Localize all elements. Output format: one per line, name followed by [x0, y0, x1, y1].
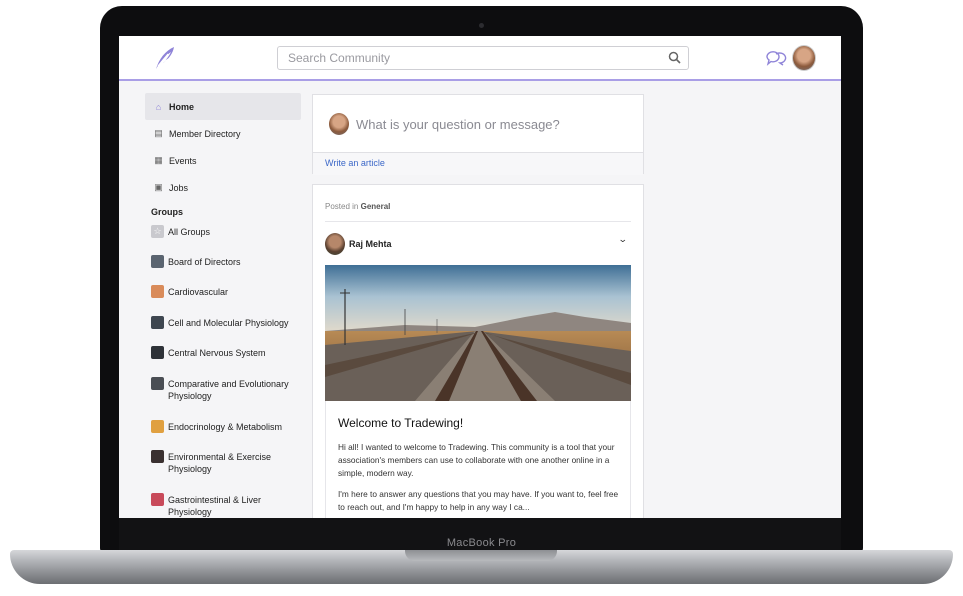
feather-logo-icon[interactable] — [151, 45, 177, 76]
post-image — [325, 265, 631, 401]
sidebar-item-home[interactable]: ⌂ Home — [145, 93, 301, 120]
composer-prompt[interactable]: What is your question or message? — [356, 117, 560, 132]
group-label: Cardiovascular — [168, 287, 229, 297]
search-icon[interactable] — [668, 51, 681, 69]
group-cell-molecular-physiology[interactable]: Cell and Molecular Physiology — [145, 316, 301, 346]
group-label: Environmental & Exercise Physiology — [168, 452, 272, 474]
search-bar — [277, 46, 689, 70]
post-composer: What is your question or message? Write … — [312, 94, 644, 175]
feed-post: Posted in General Raj Mehta ⌄ Welcome to… — [312, 184, 644, 518]
write-article-link[interactable]: Write an article — [325, 158, 385, 168]
composer-avatar — [329, 113, 349, 135]
post-paragraph: I'm here to answer any questions that yo… — [338, 489, 619, 512]
group-label: Gastrointestinal & Liver Physiology — [168, 495, 262, 517]
briefcase-icon: ▣ — [154, 182, 163, 192]
posted-in-line: Posted in General — [325, 202, 390, 211]
group-board-of-directors[interactable]: Board of Directors — [145, 255, 301, 285]
group-gastrointestinal-liver-physiology[interactable]: Gastrointestinal & Liver Physiology — [145, 493, 301, 517]
group-thumbnail-icon — [151, 316, 164, 329]
sidebar-item-label: Jobs — [169, 182, 189, 193]
group-cardiovascular[interactable]: Cardiovascular — [145, 285, 301, 316]
group-central-nervous-system[interactable]: Central Nervous System — [145, 346, 301, 377]
group-thumbnail-icon — [151, 450, 164, 463]
group-thumbnail-icon — [151, 493, 164, 506]
directory-icon: ▤ — [154, 128, 163, 138]
post-paragraph: Hi all! I wanted to welcome to Tradewing… — [338, 442, 615, 478]
group-label: Cell and Molecular Physiology — [168, 318, 289, 328]
sidebar-item-member-directory[interactable]: ▤ Member Directory — [145, 120, 301, 147]
author-avatar[interactable] — [325, 233, 345, 255]
group-label: Board of Directors — [168, 257, 241, 267]
group-comparative-evolutionary-physiology[interactable]: Comparative and Evolutionary Physiology — [145, 377, 301, 420]
groups-heading: Groups — [151, 207, 184, 217]
group-thumbnail-icon — [151, 255, 164, 268]
sidebar-item-label: Events — [169, 155, 197, 166]
group-endocrinology-metabolism[interactable]: Endocrinology & Metabolism — [145, 420, 301, 450]
sidebar-item-jobs[interactable]: ▣ Jobs — [145, 174, 301, 201]
post-title[interactable]: Welcome to Tradewing! — [338, 416, 463, 430]
app-screen: ⌂ Home ▤ Member Directory ▦ Events ▣ Job… — [119, 36, 841, 518]
group-environmental-exercise-physiology[interactable]: Environmental & Exercise Physiology — [145, 450, 301, 493]
group-label: Endocrinology & Metabolism — [168, 422, 283, 432]
laptop-notch — [405, 550, 557, 561]
chevron-down-icon[interactable]: ⌄ — [618, 234, 628, 245]
sidebar-item-label: Home — [169, 101, 195, 112]
sidebar-item-events[interactable]: ▦ Events — [145, 147, 301, 174]
search-input[interactable] — [278, 47, 658, 69]
divider — [325, 221, 631, 222]
group-thumbnail-icon — [151, 377, 164, 390]
top-navigation-bar — [119, 36, 841, 81]
star-icon: ☆ — [151, 225, 164, 238]
calendar-icon: ▦ — [154, 155, 163, 165]
camera-icon — [479, 23, 484, 28]
group-thumbnail-icon — [151, 285, 164, 298]
group-label: Central Nervous System — [168, 348, 266, 358]
chat-bubbles-icon[interactable] — [765, 49, 787, 72]
sidebar: ⌂ Home ▤ Member Directory ▦ Events ▣ Job… — [145, 93, 301, 517]
device-brand-label: MacBook Pro — [446, 537, 517, 549]
group-all-groups[interactable]: ☆ All Groups — [145, 225, 301, 255]
group-label: Comparative and Evolutionary Physiology — [168, 379, 289, 401]
author-name[interactable]: Raj Mehta — [349, 239, 392, 249]
sidebar-item-label: Member Directory — [169, 128, 241, 139]
user-avatar[interactable] — [792, 45, 816, 71]
group-thumbnail-icon — [151, 346, 164, 359]
group-thumbnail-icon — [151, 420, 164, 433]
group-label: All Groups — [168, 227, 211, 237]
posted-in-group-link[interactable]: General — [361, 202, 391, 211]
home-icon: ⌂ — [155, 101, 162, 112]
posted-in-prefix: Posted in — [325, 202, 359, 211]
post-body: Welcome to Tradewing! Hi all! I wanted t… — [325, 401, 631, 518]
